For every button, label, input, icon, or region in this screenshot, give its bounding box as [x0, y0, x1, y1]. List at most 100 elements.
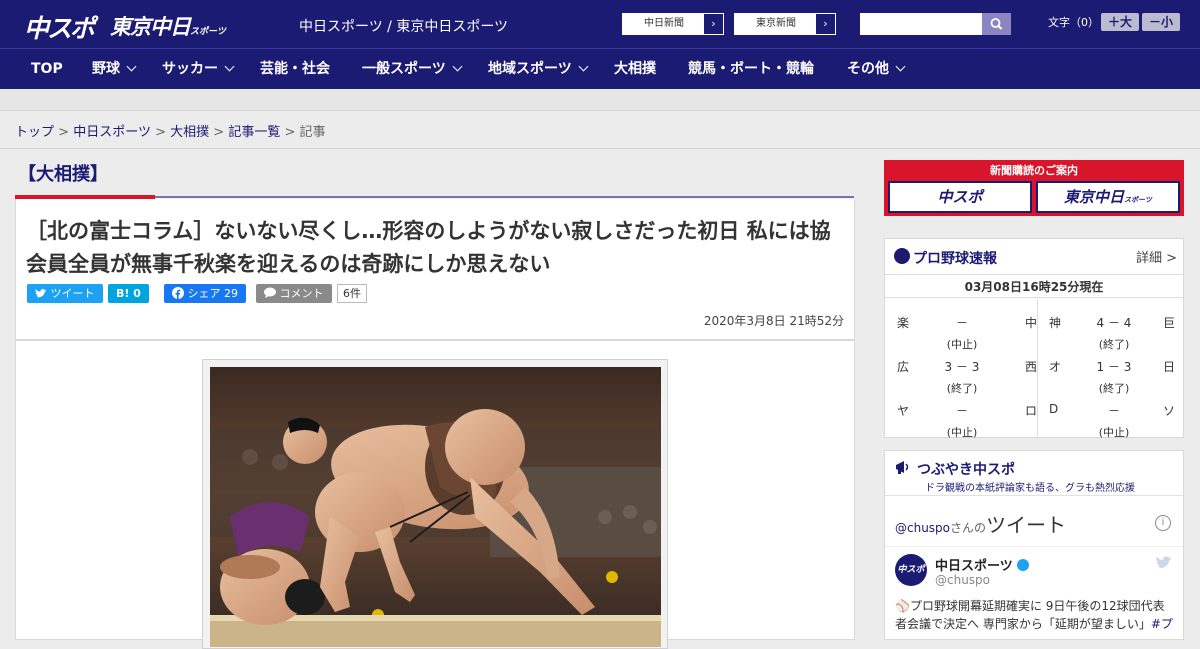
- chevron-down-icon: [895, 61, 906, 72]
- baseball-emoji-icon: ⚾: [895, 599, 910, 613]
- nav-racing[interactable]: 競馬・ボート・競輪: [688, 49, 814, 90]
- search-button[interactable]: [982, 13, 1011, 35]
- away-team: ソ: [1162, 404, 1175, 418]
- home-team: 神: [1049, 316, 1062, 330]
- chevron-right-icon: ›: [703, 14, 723, 34]
- game-score: －: [1107, 404, 1120, 418]
- game-row[interactable]: 楽 － 中 (中止): [897, 303, 1037, 351]
- home-team: ヤ: [897, 404, 910, 418]
- font-bigger-button[interactable]: ＋大: [1101, 13, 1139, 31]
- breadcrumb-separator: >: [284, 125, 296, 140]
- game-row[interactable]: オ 1 － 3 日 (終了): [1049, 347, 1175, 395]
- article-header: ［北の富士コラム］ないない尽くし…形容のしようがない寂しさだった初日 私には協会…: [15, 199, 855, 340]
- nav-baseball[interactable]: 野球: [92, 49, 137, 90]
- breadcrumb-separator: >: [58, 125, 70, 140]
- top-header: 中スポ 東京中日スポーツ 中日スポーツ / 東京中日スポーツ 中日新聞 › 東京…: [0, 0, 1200, 48]
- breadcrumb: トップ > 中日スポーツ > 大相撲 > 記事一覧 > 記事: [15, 121, 326, 140]
- baseball-updated-time: 03月08日16時25分現在: [885, 274, 1183, 298]
- comment-count-badge[interactable]: 6件: [337, 284, 367, 303]
- search-input[interactable]: [860, 13, 982, 35]
- chevron-right-icon: ›: [815, 14, 835, 34]
- subscription-banner[interactable]: 新聞購読のご案内 中スポ 東京中日スポーツ: [884, 160, 1184, 216]
- tweets-panel-header: つぶやき中スポ ドラ観戦の本紙評論家も語る、グラも熱烈応援: [885, 451, 1183, 496]
- game-score: 3 － 3: [944, 360, 980, 374]
- subscribe-tokyo-chunichi-button[interactable]: 東京中日スポーツ: [1036, 181, 1180, 213]
- nav-soccer[interactable]: サッカー: [162, 49, 235, 90]
- tokyo-shimbun-label: 東京新聞: [756, 18, 796, 29]
- comment-button[interactable]: コメント: [256, 284, 332, 303]
- article-headline: ［北の富士コラム］ないない尽くし…形容のしようがない寂しさだった初日 私には協会…: [26, 219, 831, 276]
- subscribe-chuspo-button[interactable]: 中スポ: [888, 181, 1032, 213]
- article-body: [15, 340, 855, 649]
- chuspo-logo[interactable]: 中スポ: [24, 9, 95, 45]
- megaphone-icon: [896, 461, 909, 474]
- nav-sumo[interactable]: 大相撲: [614, 49, 656, 90]
- breadcrumb-top[interactable]: トップ: [15, 125, 54, 140]
- nav-other[interactable]: その他: [847, 49, 906, 90]
- comment-label: コメント: [279, 287, 324, 300]
- away-team: ロ: [1024, 404, 1037, 418]
- game-status: (中止): [946, 426, 978, 439]
- baseball-detail-link[interactable]: 詳細 >: [1136, 247, 1177, 266]
- tweets-timeline-heading: @chuspoさんのツイート: [895, 509, 1066, 538]
- breadcrumb-separator: >: [155, 125, 166, 140]
- font-smaller-button[interactable]: －小: [1142, 13, 1180, 31]
- tweets-label: ツイート: [986, 513, 1067, 537]
- tweet-author-name[interactable]: 中日スポーツ: [935, 555, 1029, 574]
- tweet-label: ツイート: [50, 287, 95, 300]
- facebook-share-button[interactable]: シェア 29: [164, 284, 246, 303]
- subscribe-tokyo-chunichi-sub: スポーツ: [1124, 196, 1152, 204]
- breadcrumb-sumo[interactable]: 大相撲: [170, 125, 209, 140]
- breadcrumb-current: 記事: [299, 125, 326, 140]
- site-title: 中日スポーツ / 東京中日スポーツ: [299, 19, 509, 35]
- home-team: D: [1049, 402, 1059, 416]
- away-team: 中: [1024, 316, 1037, 330]
- away-team: 日: [1162, 360, 1175, 374]
- sumo-photo[interactable]: [210, 367, 661, 647]
- facebook-share-label: シェア 29: [187, 287, 239, 300]
- tweets-panel-title: つぶやき中スポ: [917, 462, 1015, 478]
- info-icon[interactable]: i: [1155, 515, 1171, 531]
- away-team: 西: [1024, 360, 1037, 374]
- chevron-down-icon: [452, 61, 463, 72]
- tweets-divider: [885, 546, 1183, 547]
- baseball-column-divider: [1037, 299, 1038, 438]
- tweet-button[interactable]: ツイート: [27, 284, 103, 303]
- avatar[interactable]: 中スポ: [895, 554, 927, 586]
- article-photo-frame: [202, 359, 668, 649]
- breadcrumb-article-list[interactable]: 記事一覧: [228, 125, 280, 140]
- tweets-panel: つぶやき中スポ ドラ観戦の本紙評論家も語る、グラも熱烈応援 @chuspoさんの…: [884, 450, 1184, 640]
- twitter-handle-link[interactable]: @chuspo: [895, 521, 950, 535]
- nav-general-sports[interactable]: 一般スポーツ: [362, 49, 463, 90]
- breadcrumb-chunichi-sports[interactable]: 中日スポーツ: [73, 125, 151, 140]
- nav-top[interactable]: TOP: [31, 49, 63, 90]
- tokyo-chunichi-logo[interactable]: 東京中日スポーツ: [110, 11, 226, 41]
- game-row[interactable]: 広 3 － 3 西 (終了): [897, 347, 1037, 395]
- baseball-panel-title: プロ野球速報: [913, 251, 997, 267]
- chevron-down-icon: [578, 61, 589, 72]
- nav-local-sports[interactable]: 地域スポーツ: [488, 49, 589, 90]
- nav-entertainment[interactable]: 芸能・社会: [260, 49, 330, 90]
- subscription-banner-title: 新聞購読のご案内: [990, 164, 1078, 177]
- hashtag-link[interactable]: #プ: [1151, 617, 1173, 631]
- game-row[interactable]: D － ソ (中止): [1049, 391, 1175, 439]
- handle-suffix: さんの: [950, 521, 987, 535]
- category-bar-line: [155, 196, 854, 198]
- main-nav: TOP 野球 サッカー 芸能・社会 一般スポーツ 地域スポーツ 大相撲 競馬・ボ…: [0, 48, 1200, 89]
- twitter-bird-icon[interactable]: [1155, 555, 1173, 569]
- publish-date: 2020年3月8日 21時52分: [703, 314, 844, 328]
- hatena-bookmark-button[interactable]: B! 0: [108, 284, 149, 303]
- tokyo-chunichi-logo-sub: スポーツ: [190, 27, 226, 37]
- game-row[interactable]: ヤ － ロ (中止): [897, 391, 1037, 439]
- tweet-author-handle[interactable]: @chuspo: [935, 573, 990, 587]
- home-team: 広: [897, 360, 910, 374]
- game-score: －: [955, 404, 968, 418]
- chunichi-shimbun-label: 中日新聞: [644, 18, 684, 29]
- game-row[interactable]: 神 4 － 4 巨 (終了): [1049, 303, 1175, 351]
- game-score: 1 － 3: [1096, 360, 1132, 374]
- away-team: 巨: [1162, 316, 1175, 330]
- tokyo-shimbun-link[interactable]: 東京新聞 ›: [734, 13, 836, 35]
- chunichi-shimbun-link[interactable]: 中日新聞 ›: [622, 13, 724, 35]
- baseball-scores-panel: プロ野球速報 詳細 > 03月08日16時25分現在 楽 － 中 (中止) 神 …: [884, 238, 1184, 439]
- verified-badge-icon: [1016, 559, 1029, 571]
